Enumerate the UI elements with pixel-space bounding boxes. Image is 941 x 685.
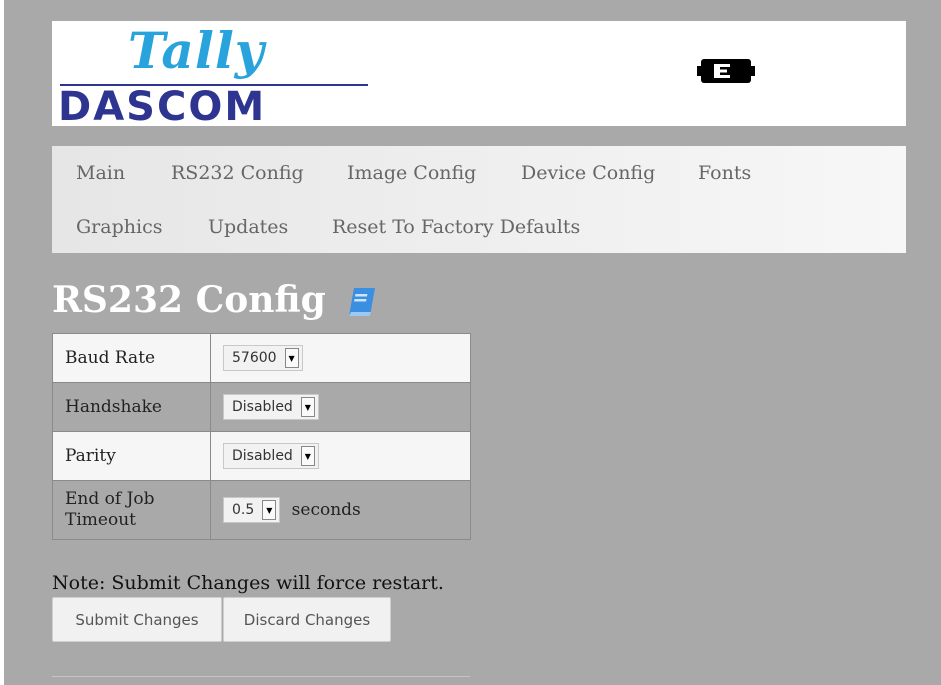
nav-updates[interactable]: Updates (208, 216, 288, 238)
nav-main[interactable]: Main (76, 162, 125, 184)
baud-rate-value: 57600 (232, 350, 277, 366)
handshake-cell: Disabled ▼ (210, 382, 471, 432)
timeout-unit-label: seconds (291, 500, 361, 520)
chevron-down-icon: ▼ (300, 397, 315, 417)
baud-rate-select[interactable]: 57600 ▼ (223, 345, 303, 371)
handshake-select[interactable]: Disabled ▼ (223, 394, 319, 420)
rs232-settings-table: Baud Rate 57600 ▼ Handshake Disabled ▼ P… (52, 333, 471, 540)
end-of-job-timeout-label: End of Job Timeout (52, 480, 211, 540)
chevron-down-icon: ▼ (284, 348, 299, 368)
restart-note: Note: Submit Changes will force restart. (52, 572, 444, 594)
main-nav: Main RS232 Config Image Config Device Co… (52, 146, 906, 253)
end-of-job-timeout-value: 0.5 (232, 502, 255, 518)
ethernet-icon (697, 59, 755, 83)
nav-graphics[interactable]: Graphics (76, 216, 162, 238)
nav-rs232-config[interactable]: RS232 Config (171, 162, 304, 184)
submit-changes-button[interactable]: Submit Changes (52, 597, 222, 642)
nav-image-config[interactable]: Image Config (347, 162, 476, 184)
page-title: RS232 Config (52, 279, 326, 321)
baud-rate-label: Baud Rate (52, 333, 211, 383)
bottom-divider (52, 676, 470, 677)
frame-edge (0, 0, 4, 685)
end-of-job-timeout-select[interactable]: 0.5 ▼ (223, 497, 281, 523)
parity-cell: Disabled ▼ (210, 431, 471, 481)
handshake-value: Disabled (232, 399, 293, 415)
nav-fonts[interactable]: Fonts (698, 162, 751, 184)
discard-changes-button[interactable]: Discard Changes (223, 597, 391, 642)
logo-dascom-text: DASCOM (58, 84, 267, 130)
chevron-down-icon: ▼ (262, 500, 277, 520)
nav-device-config[interactable]: Device Config (521, 162, 655, 184)
logo-tally-text: Tally (128, 21, 265, 80)
nav-reset-factory-defaults[interactable]: Reset To Factory Defaults (332, 216, 580, 238)
parity-value: Disabled (232, 448, 293, 464)
chevron-down-icon: ▼ (300, 446, 315, 466)
book-icon[interactable] (345, 285, 379, 319)
parity-label: Parity (52, 431, 211, 481)
baud-rate-cell: 57600 ▼ (210, 333, 471, 383)
header-banner: Tally DASCOM (52, 21, 906, 130)
setting-row-baud-rate: Baud Rate 57600 ▼ (52, 333, 471, 383)
setting-row-end-of-job-timeout: End of Job Timeout 0.5 ▼ seconds (52, 480, 471, 540)
setting-row-parity: Parity Disabled ▼ (52, 431, 471, 481)
setting-row-handshake: Handshake Disabled ▼ (52, 382, 471, 432)
parity-select[interactable]: Disabled ▼ (223, 443, 319, 469)
handshake-label: Handshake (52, 382, 211, 432)
end-of-job-timeout-cell: 0.5 ▼ seconds (210, 480, 471, 540)
